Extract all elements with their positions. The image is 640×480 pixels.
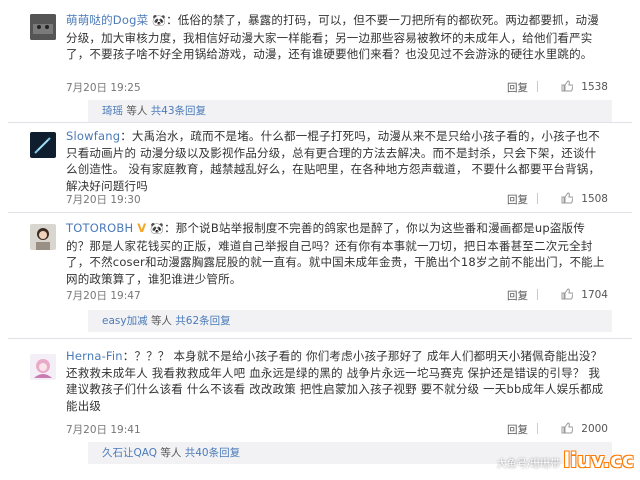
username-link[interactable]: 萌萌哒的Dog菜: [66, 13, 148, 27]
like-count: 1538: [581, 81, 608, 93]
watermark-logo: liuv.cc: [563, 448, 634, 472]
reply-summary-text: 等人: [150, 315, 172, 327]
reply-button[interactable]: 回复: [507, 422, 528, 437]
divider: [537, 289, 538, 300]
comment-text: 萌萌哒的Dog菜 🐼：低俗的禁了，暴露的打码，可以，但不要一刀把所有的都砍死。两…: [66, 12, 608, 63]
anime-avatar-icon: [30, 354, 56, 380]
avatar[interactable]: [30, 14, 56, 40]
comment-date: 7月20日 19:41: [66, 424, 141, 436]
comment-text: TOTOROBH V 🐼：那个说B站举报制度不完善的鸽家也是醉了，你以为这些番和…: [66, 220, 608, 287]
comment-meta: 7月20日 19:41 回复 2000: [66, 422, 608, 438]
emoji-icon: 🐼: [150, 222, 165, 235]
like-button[interactable]: 1704: [561, 288, 608, 301]
reply-button[interactable]: 回复: [507, 80, 528, 95]
like-button[interactable]: 1538: [561, 80, 608, 93]
reply-button[interactable]: 回复: [507, 288, 528, 303]
divider: [537, 81, 538, 92]
comment-date: 7月20日 19:30: [66, 194, 141, 206]
reply-user-link[interactable]: 久石让QAQ: [102, 447, 157, 459]
reply-user-link[interactable]: 琦瑶: [102, 105, 123, 117]
thumbs-up-icon: [561, 80, 574, 92]
girl-avatar-icon: [30, 224, 56, 250]
feather-avatar-icon: [30, 132, 56, 158]
comment-card: TOTOROBH V 🐼：那个说B站举报制度不完善的鸽家也是醉了，你以为这些番和…: [22, 216, 622, 334]
like-count: 2000: [581, 423, 608, 435]
comment-date: 7月20日 19:25: [66, 82, 141, 94]
divider: [537, 193, 538, 204]
watermark: 大鱼号/珊珊带 liuv.cc: [497, 448, 634, 472]
divider: [8, 122, 632, 123]
reply-count-link[interactable]: 共40条回复: [185, 447, 240, 459]
username-link[interactable]: Slowfang: [66, 129, 120, 143]
divider: [537, 423, 538, 434]
thumbs-up-icon: [561, 192, 574, 204]
avatar[interactable]: [30, 224, 56, 250]
avatar[interactable]: [30, 132, 56, 158]
reply-summary[interactable]: easy加减 等人 共62条回复: [88, 310, 612, 332]
watermark-source: 大鱼号/珊珊带: [496, 459, 561, 470]
reply-user-link[interactable]: easy加减: [102, 315, 148, 327]
like-button[interactable]: 1508: [561, 192, 608, 205]
thumbs-up-icon: [561, 288, 574, 300]
divider: [8, 212, 632, 213]
username-link[interactable]: Herna-Fin: [66, 349, 123, 363]
comment-text: Slowfang：大禹治水，疏而不是堵。什么都一棍子打死吗，动漫从来不是只给小孩…: [66, 128, 608, 194]
comment-meta: 7月20日 19:47 回复 1704: [66, 288, 608, 304]
emoji-icon: 🐼: [152, 14, 167, 27]
reply-count-link[interactable]: 共62条回复: [175, 315, 230, 327]
divider: [8, 338, 632, 339]
avatar[interactable]: [30, 354, 56, 380]
dog-avatar-icon: [30, 14, 56, 40]
comment-date: 7月20日 19:47: [66, 290, 141, 302]
like-count: 1508: [581, 193, 608, 205]
username-link[interactable]: TOTOROBH: [66, 221, 133, 235]
comment-card: 萌萌哒的Dog菜 🐼：低俗的禁了，暴露的打码，可以，但不要一刀把所有的都砍死。两…: [22, 8, 622, 122]
comment-body: ：那个说B站举报制度不完善的鸽家也是醉了，你以为这些番和漫画都是up盗版传的？那…: [66, 221, 605, 286]
comment-body: ：大禹治水，疏而不是堵。什么都一棍子打死吗，动漫从来不是只给小孩子看的，小孩子也…: [66, 129, 601, 193]
comment-text: Herna-Fin：？？？ 本身就不是给小孩子看的 你们考虑小孩子那好了 成年人…: [66, 348, 608, 414]
reply-summary[interactable]: 琦瑶 等人 共43条回复: [88, 100, 612, 122]
vip-badge-icon: V: [137, 221, 147, 235]
comment-body: ：？？？ 本身就不是给小孩子看的 你们考虑小孩子那好了 成年人们都明天小猪佩奇能…: [66, 349, 604, 413]
reply-summary-text: 等人: [160, 447, 182, 459]
reply-button[interactable]: 回复: [507, 192, 528, 207]
thumbs-up-icon: [561, 422, 574, 434]
comment-meta: 7月20日 19:25 回复 1538: [66, 80, 608, 96]
comment-meta: 7月20日 19:30 回复 1508: [66, 192, 608, 208]
reply-summary-text: 等人: [126, 105, 148, 117]
like-button[interactable]: 2000: [561, 422, 608, 435]
comment-card: Slowfang：大禹治水，疏而不是堵。什么都一棍子打死吗，动漫从来不是只给小孩…: [22, 126, 622, 210]
reply-count-link[interactable]: 共43条回复: [151, 105, 206, 117]
like-count: 1704: [581, 289, 608, 301]
